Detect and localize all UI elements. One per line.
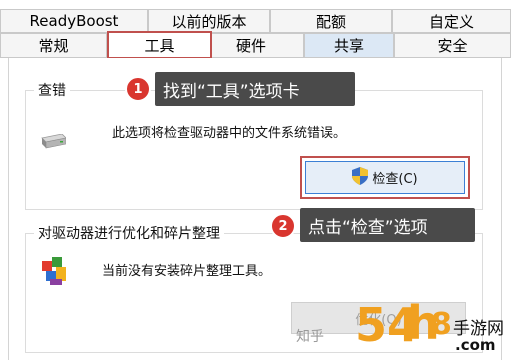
tab-customize[interactable]: 自定义 (392, 9, 511, 33)
tab-row-lower: 常规 硬件 共享 安全 工具 (0, 31, 511, 59)
callout-find-tools-tab: 找到“工具”选项卡 (155, 72, 355, 106)
step-badge-2: 2 (270, 213, 296, 239)
tab-quota[interactable]: 配额 (270, 9, 392, 33)
zhihu-watermark: 知乎 (296, 329, 324, 345)
site-watermark-logo: 54 h 8 手游网 .com (355, 296, 504, 354)
check-button[interactable]: 检查(C) (300, 156, 470, 199)
tab-hardware[interactable]: 硬件 (198, 33, 304, 58)
tab-tools[interactable]: 工具 (107, 31, 212, 59)
tab-previous-versions[interactable]: 以前的版本 (148, 9, 270, 33)
check-button-label: 检查(C) (372, 172, 418, 187)
step-badge-1: 1 (125, 76, 151, 102)
defrag-icon (40, 255, 72, 287)
error-checking-title: 查错 (34, 80, 70, 100)
shield-icon (352, 166, 369, 189)
optimize-description: 当前没有安装碎片整理工具。 (102, 264, 272, 279)
tab-sharing[interactable]: 共享 (304, 33, 394, 58)
drive-icon (40, 133, 67, 150)
optimize-title: 对驱动器进行优化和碎片整理 (34, 223, 224, 243)
tab-general[interactable]: 常规 (0, 33, 107, 58)
callout-click-check: 点击“检查”选项 (300, 208, 475, 242)
tab-security[interactable]: 安全 (394, 33, 511, 58)
error-checking-description: 此选项将检查驱动器中的文件系统错误。 (112, 126, 347, 141)
tab-readyboost[interactable]: ReadyBoost (0, 9, 148, 33)
tab-row-upper: ReadyBoost 以前的版本 配额 自定义 (0, 9, 511, 33)
